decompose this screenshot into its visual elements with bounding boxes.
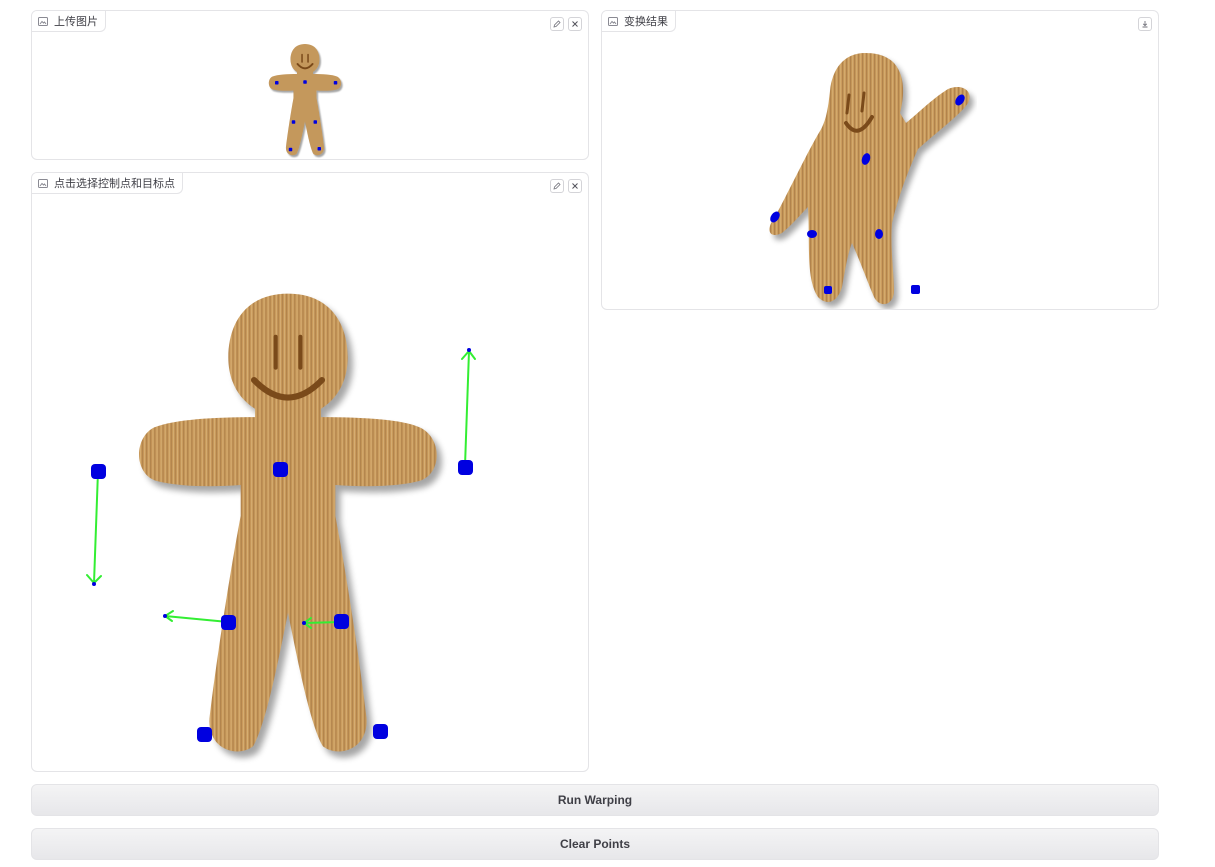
download-result-button[interactable]	[1138, 17, 1152, 31]
clear-image-button[interactable]	[568, 179, 582, 193]
edit-image-button[interactable]	[550, 17, 564, 31]
control-point-overlay	[86, 348, 476, 742]
edit-image-button[interactable]	[550, 179, 564, 193]
close-icon	[571, 177, 579, 195]
pencil-icon	[553, 177, 561, 195]
upload-panel-label: 上传图片	[32, 11, 106, 32]
select-panel-label: 点击选择控制点和目标点	[32, 173, 183, 194]
clear-points-button[interactable]: Clear Points	[31, 828, 1159, 860]
uploaded-image	[253, 39, 357, 159]
upload-image-panel[interactable]: 上传图片	[31, 10, 589, 160]
close-icon	[571, 15, 579, 33]
download-icon	[1141, 15, 1149, 33]
warped-result-image	[769, 53, 974, 309]
result-panel-label: 变换结果	[602, 11, 676, 32]
clear-image-button[interactable]	[568, 17, 582, 31]
run-warping-button[interactable]: Run Warping	[31, 784, 1159, 816]
warp-result-panel: 变换结果	[601, 10, 1159, 310]
image-icon	[608, 16, 618, 26]
image-icon	[38, 16, 48, 26]
select-points-panel[interactable]: 点击选择控制点和目标点	[31, 172, 589, 772]
image-icon	[38, 178, 48, 188]
pencil-icon	[553, 15, 561, 33]
